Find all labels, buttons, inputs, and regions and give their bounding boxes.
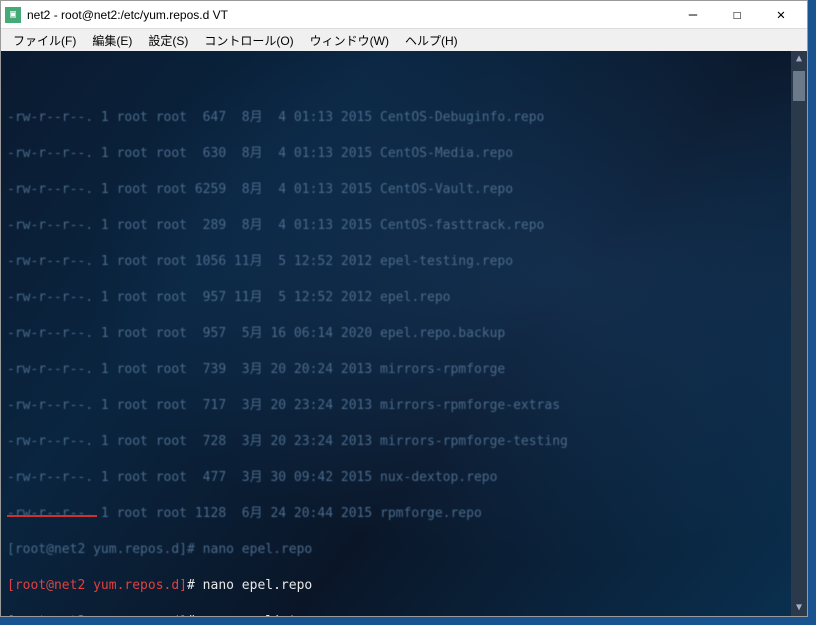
ls-line: -rw-r--r--. 1 root root 717 3月 20 23:24 …: [7, 397, 801, 415]
terminal-content: -rw-r--r--. 1 root root 647 8月 4 01:13 2…: [7, 91, 801, 616]
terminal-window: ▣ net2 - root@net2:/etc/yum.repos.d VT —…: [0, 0, 808, 617]
prompt-line: [root@net2 yum.repos.d]# yum repolist: [7, 613, 801, 616]
app-icon: ▣: [5, 7, 21, 23]
menu-edit[interactable]: 編集(E): [84, 30, 140, 51]
prompt-line: [root@net2 yum.repos.d]# nano epel.repo: [7, 577, 801, 595]
ls-line: -rw-r--r--. 1 root root 647 8月 4 01:13 2…: [7, 109, 801, 127]
close-button[interactable]: ✕: [759, 1, 803, 29]
scroll-down-icon[interactable]: ▼: [791, 600, 807, 616]
prompt-cmd: # yum repolist: [187, 614, 297, 616]
old-prompt-line: [root@net2 yum.repos.d]# nano epel.repo: [7, 541, 801, 559]
prompt-user: [root@net2 yum.repos.d]: [7, 578, 187, 593]
scroll-thumb[interactable]: [793, 71, 805, 101]
window-controls: — ☐ ✕: [671, 1, 803, 29]
ls-line: -rw-r--r--. 1 root root 1056 11月 5 12:52…: [7, 253, 801, 271]
menubar: ファイル(F) 編集(E) 設定(S) コントロール(O) ウィンドウ(W) ヘ…: [1, 29, 807, 51]
titlebar[interactable]: ▣ net2 - root@net2:/etc/yum.repos.d VT —…: [1, 1, 807, 29]
highlight-underline: [7, 515, 97, 517]
ls-line: -rw-r--r--. 1 root root 957 5月 16 06:14 …: [7, 325, 801, 343]
ls-line: -rw-r--r--. 1 root root 1128 6月 24 20:44…: [7, 505, 801, 523]
maximize-button[interactable]: ☐: [715, 1, 759, 29]
menu-control[interactable]: コントロール(O): [196, 30, 301, 51]
menu-window[interactable]: ウィンドウ(W): [302, 30, 397, 51]
ls-line: -rw-r--r--. 1 root root 739 3月 20 20:24 …: [7, 361, 801, 379]
ls-line: -rw-r--r--. 1 root root 6259 8月 4 01:13 …: [7, 181, 801, 199]
menu-file[interactable]: ファイル(F): [5, 30, 84, 51]
scroll-up-icon[interactable]: ▲: [791, 51, 807, 67]
terminal-body[interactable]: -rw-r--r--. 1 root root 647 8月 4 01:13 2…: [1, 51, 807, 616]
window-title: net2 - root@net2:/etc/yum.repos.d VT: [27, 8, 671, 22]
prompt-user: [root@net2 yum.repos.d]: [7, 614, 187, 616]
menu-help[interactable]: ヘルプ(H): [397, 30, 466, 51]
scrollbar[interactable]: ▲ ▼: [791, 51, 807, 616]
menu-settings[interactable]: 設定(S): [140, 30, 196, 51]
prompt-cmd: # nano epel.repo: [187, 578, 312, 593]
ls-line: -rw-r--r--. 1 root root 630 8月 4 01:13 2…: [7, 145, 801, 163]
ls-line: -rw-r--r--. 1 root root 728 3月 20 23:24 …: [7, 433, 801, 451]
minimize-button[interactable]: —: [671, 1, 715, 29]
ls-line: -rw-r--r--. 1 root root 289 8月 4 01:13 2…: [7, 217, 801, 235]
ls-line: -rw-r--r--. 1 root root 477 3月 30 09:42 …: [7, 469, 801, 487]
ls-line: -rw-r--r--. 1 root root 957 11月 5 12:52 …: [7, 289, 801, 307]
